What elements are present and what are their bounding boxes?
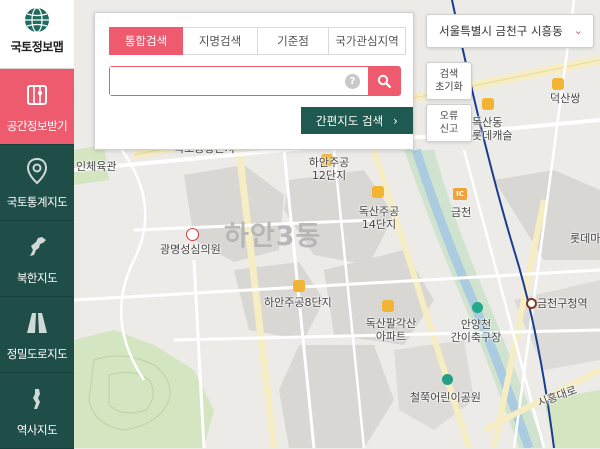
chevron-down-icon: ⌄ [573,24,583,37]
region-select-value: 서울특별시 금천구 시흥동 [439,24,563,38]
label-line: 하안주공 [308,156,350,169]
map-label-doksan-dong: 덕산쌍 [550,92,581,105]
sports-icon [472,302,483,313]
search-box: ? [109,66,401,96]
station-icon [526,298,537,309]
button-label-line: 오류 [439,111,459,122]
label-line: 독산동 [472,116,503,129]
tab-integrated-search[interactable]: 통합검색 [109,27,183,55]
apartment-icon [372,186,384,198]
tab-control-point[interactable]: 기준점 [258,27,329,55]
label-line: 독산팔각산 [365,317,417,330]
logo-label: 국토정보맵 [10,40,64,54]
label-line: 간이축구장 [450,331,502,344]
globe-logo-icon [25,7,49,33]
search-icon [377,74,391,88]
sidebar-item-history-map[interactable]: 역사지도 [0,373,74,449]
search-input[interactable] [110,67,345,95]
easy-map-search-button[interactable]: 간편지도 검색 › [301,107,413,134]
app-logo[interactable]: 국토정보맵 [0,0,74,69]
region-select[interactable]: 서울특별시 금천구 시흥동 ⌄ [426,14,594,48]
map-label-anyang: 안양천 간이축구장 [436,318,516,344]
apartment-icon [482,98,494,110]
sidebar: 국토정보맵 공간정보받기 국토통계지도 북한지도 정밀도로지도 역사지도 [0,0,74,449]
label-line: 독산주공 [358,205,400,218]
map-label-doksan-lotte: 독산동 롯데캐슬 [472,116,512,142]
hospital-icon [186,228,199,241]
map-label-doksan-palgak: 독산팔각산 아파트 [346,317,436,343]
reset-search-button[interactable]: 검색 초기화 [426,62,472,100]
tab-place-search[interactable]: 지명검색 [183,27,258,55]
sidebar-item-label: 국토통계지도 [6,194,68,209]
search-panel: 통합검색 지명검색 기준점 국가관심지역 ? 간편지도 검색 › [94,12,414,150]
ic-badge-icon: IC [453,188,467,200]
map-label-cheolsuk-park: 철쭉어린이공원 [410,391,481,404]
label-line: 아파트 [375,330,407,343]
road-icon [22,308,52,338]
apartment-icon [382,300,394,312]
sidebar-item-spatial-download[interactable]: 공간정보받기 [0,69,74,145]
map-label-school: 인체육관 [76,160,117,173]
label-line: 12단지 [311,169,347,182]
apartment-icon [293,280,305,292]
map-book-icon [22,80,52,110]
sidebar-item-land-stats[interactable]: 국토통계지도 [0,145,74,221]
dong-label: 하안3동 [224,221,322,252]
sidebar-item-precision-road[interactable]: 정밀도로지도 [0,297,74,373]
sidebar-item-label: 정밀도로지도 [6,346,68,361]
north-korea-map-icon [22,232,52,262]
park-icon [442,374,453,385]
map-label-doksan14: 독산주공 14단지 [334,205,424,231]
label-line: 14단지 [361,218,397,231]
map-label-hospital: 광명성심의원 [160,243,221,256]
map-label-hayan8: 하안주공8단지 [264,296,332,309]
sidebar-item-north-korea[interactable]: 북한지도 [0,221,74,297]
map-label-geumcheon-gu-office: 금천구청역 [537,297,588,310]
sidebar-item-label: 북한지도 [16,270,58,285]
map-label-geumcheon: 금천 [451,206,472,219]
chevron-right-icon: › [393,113,398,128]
location-pin-icon [22,156,52,186]
tab-national-interest-area[interactable]: 국가관심지역 [329,27,406,55]
label-line: 안양천 [460,318,492,331]
sidebar-item-label: 역사지도 [16,422,58,437]
easy-search-label: 간편지도 검색 [316,113,384,128]
button-label-line: 신고 [439,124,459,135]
history-map-icon [22,384,52,414]
map-label-hayan12: 하안주공 12단지 [284,156,374,182]
help-icon[interactable]: ? [345,73,360,89]
map-label-lotte-mart: 롯데마 [570,232,600,245]
sidebar-item-label: 공간정보받기 [6,118,68,133]
label-line: 롯데캐슬 [472,129,513,142]
button-label-line: 검색 [439,69,459,80]
search-tabs: 통합검색 지명검색 기준점 국가관심지역 [109,27,406,55]
search-button[interactable] [368,67,400,95]
button-label-line: 초기화 [435,82,463,93]
error-report-button[interactable]: 오류 신고 [426,104,472,142]
apartment-icon [552,78,564,90]
